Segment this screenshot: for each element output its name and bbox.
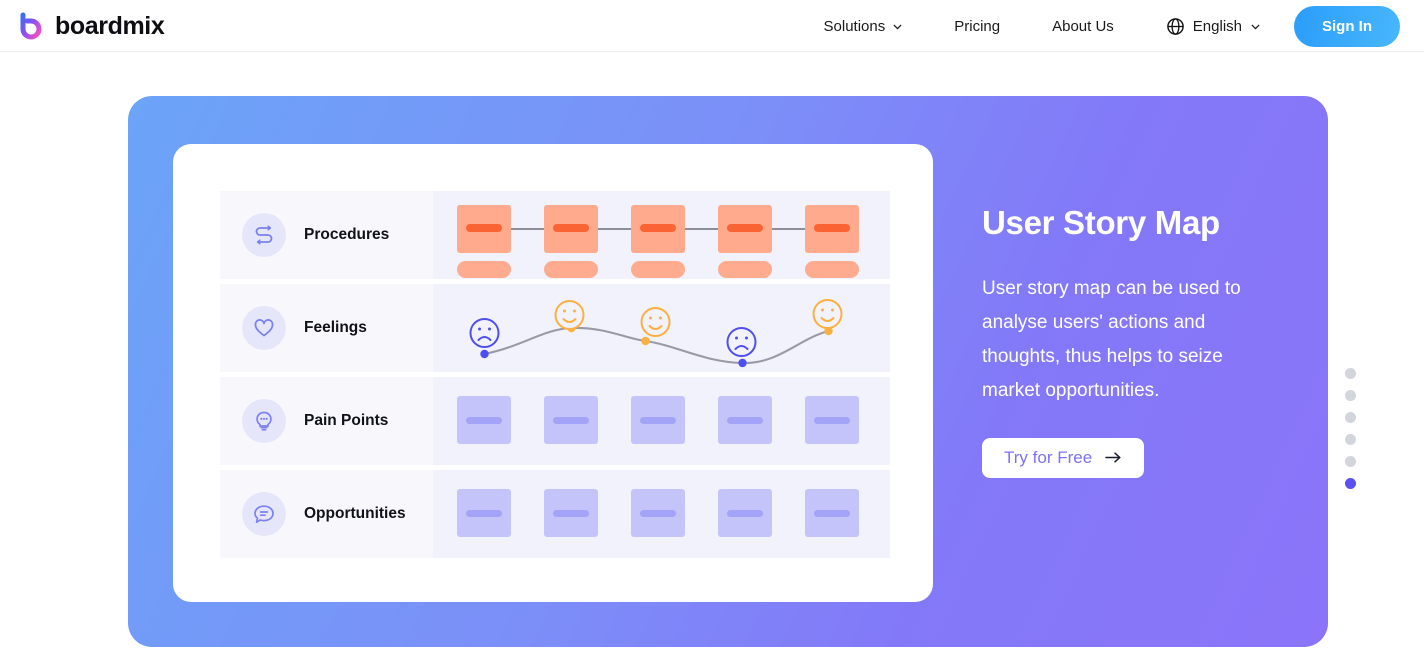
card-bar: [727, 417, 763, 424]
globe-icon: [1166, 17, 1185, 36]
speech-bubble-icon: [242, 492, 286, 536]
emoji-happy: [640, 307, 671, 337]
curve-point: [641, 336, 650, 346]
pagination-dot[interactable]: [1345, 412, 1356, 423]
language-label: English: [1192, 17, 1242, 35]
procedure-pill[interactable]: [457, 261, 511, 278]
opportunity-card[interactable]: [631, 489, 685, 537]
user-story-map-board: Procedures Feelings Pain Points Opportun…: [173, 144, 933, 602]
procedure-card[interactable]: [718, 205, 772, 253]
carousel-pagination: [1345, 368, 1356, 489]
heart-icon: [242, 306, 286, 350]
card-bar: [466, 224, 502, 232]
pain-point-card[interactable]: [544, 396, 598, 444]
procedure-card[interactable]: [805, 205, 859, 253]
card-bar: [814, 224, 850, 232]
opportunity-card[interactable]: [544, 489, 598, 537]
pain-point-card[interactable]: [718, 396, 772, 444]
procedure-card[interactable]: [544, 205, 598, 253]
chevron-down-icon: [892, 19, 902, 30]
procedure-pill[interactable]: [631, 261, 685, 278]
pain-point-card[interactable]: [631, 396, 685, 444]
procedure-card[interactable]: [631, 205, 685, 253]
card-bar: [466, 417, 502, 424]
arrow-right-icon: [1105, 449, 1122, 467]
pagination-dot[interactable]: [1345, 390, 1356, 401]
main-nav: Solutions Pricing About Us English Sign …: [798, 5, 1400, 47]
hero-banner: Procedures Feelings Pain Points Opportun…: [128, 96, 1328, 647]
row-label: Procedures: [220, 191, 433, 279]
pagination-dot[interactable]: [1345, 434, 1356, 445]
sign-in-button[interactable]: Sign In: [1294, 5, 1400, 47]
row-title: Procedures: [304, 226, 390, 243]
row-content-procedures: [433, 191, 890, 279]
nav-item-solutions[interactable]: Solutions: [798, 18, 929, 35]
card-bar: [640, 417, 676, 424]
curve-point: [738, 358, 747, 368]
brand-name: boardmix: [55, 11, 165, 40]
pagination-dot[interactable]: [1345, 368, 1356, 379]
try-for-free-label: Try for Free: [1004, 448, 1093, 467]
board-row-feelings[interactable]: Feelings: [220, 284, 890, 372]
emoji-sad: [726, 327, 757, 357]
nav-item-label: Pricing: [954, 17, 1001, 35]
card-bar: [466, 510, 502, 517]
row-title: Feelings: [304, 319, 367, 336]
card-bar: [553, 510, 589, 517]
opportunity-card[interactable]: [805, 489, 859, 537]
procedure-card[interactable]: [457, 205, 511, 253]
procedure-pill[interactable]: [718, 261, 772, 278]
row-content-feelings: [433, 284, 890, 372]
pagination-dot[interactable]: [1345, 456, 1356, 467]
board-row-opportunities[interactable]: Opportunities: [220, 470, 890, 558]
emoji-happy: [554, 300, 585, 330]
language-selector[interactable]: English: [1140, 17, 1282, 36]
card-bar: [640, 510, 676, 517]
nav-item-pricing[interactable]: Pricing: [928, 18, 1026, 35]
emoji-happy: [812, 299, 843, 329]
row-label: Opportunities: [220, 470, 433, 558]
row-label: Pain Points: [220, 377, 433, 465]
brand-logo[interactable]: boardmix: [16, 11, 165, 41]
card-bar: [640, 224, 676, 232]
board-row-pain-points[interactable]: Pain Points: [220, 377, 890, 465]
curve-point: [480, 349, 489, 359]
procedure-pill[interactable]: [544, 261, 598, 278]
hero-description: User story map can be used to analyse us…: [982, 278, 1241, 401]
card-bar: [553, 224, 589, 232]
try-for-free-button[interactable]: Try for Free: [982, 438, 1145, 478]
nav-item-label: Solutions: [823, 17, 886, 35]
card-bar: [727, 224, 763, 232]
chevron-down-icon: [1250, 19, 1260, 30]
card-bar: [727, 510, 763, 517]
hero-copy: User Story Map User story map can be use…: [982, 204, 1272, 478]
process-flow-icon: [242, 213, 286, 257]
procedure-pill[interactable]: [805, 261, 859, 278]
pain-point-card[interactable]: [457, 396, 511, 444]
row-title: Opportunities: [304, 505, 406, 522]
pagination-dot-active[interactable]: [1345, 478, 1356, 489]
opportunity-card[interactable]: [718, 489, 772, 537]
boardmix-b-logo-icon: [16, 11, 46, 41]
board-row-procedures[interactable]: Procedures: [220, 191, 890, 279]
card-bar: [814, 510, 850, 517]
nav-item-label: About Us: [1052, 17, 1114, 35]
hero-title: User Story Map: [982, 204, 1220, 241]
row-title: Pain Points: [304, 412, 389, 429]
board-rows: Procedures Feelings Pain Points Opportun…: [220, 191, 890, 563]
lightbulb-icon: [242, 399, 286, 443]
row-content-opportunities: [433, 470, 890, 558]
emoji-sad: [469, 318, 500, 348]
row-label: Feelings: [220, 284, 433, 372]
nav-item-about-us[interactable]: About Us: [1026, 18, 1140, 35]
row-content-pain-points: [433, 377, 890, 465]
hero-section: Procedures Feelings Pain Points Opportun…: [0, 52, 1424, 667]
card-bar: [553, 417, 589, 424]
site-header: boardmix Solutions Pricing About Us Engl…: [0, 0, 1424, 52]
opportunity-card[interactable]: [457, 489, 511, 537]
pain-point-card[interactable]: [805, 396, 859, 444]
emotion-curve-chart: [469, 299, 843, 368]
card-bar: [814, 417, 850, 424]
